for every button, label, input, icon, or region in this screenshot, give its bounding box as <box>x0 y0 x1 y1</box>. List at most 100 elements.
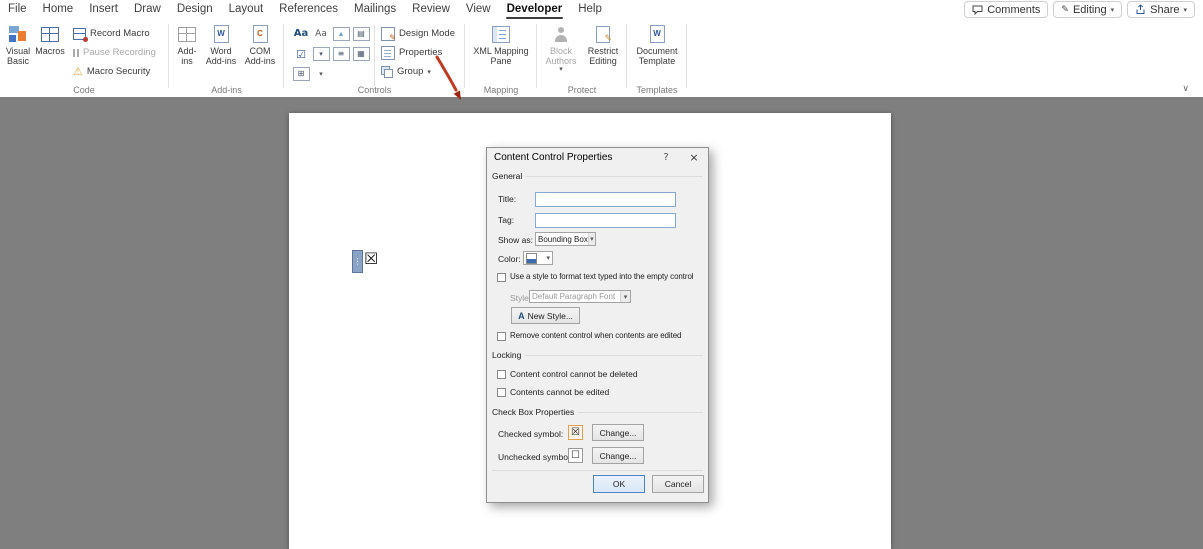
design-mode-button[interactable]: Design Mode <box>379 24 455 43</box>
word-addins-icon: W <box>213 25 229 43</box>
share-button[interactable]: Share ▾ <box>1127 1 1195 18</box>
cannot-edit-checkbox[interactable] <box>497 388 506 397</box>
block-authors-label: Block Authors <box>545 46 577 67</box>
editing-chevron-icon: ▾ <box>1110 5 1115 14</box>
color-picker-button[interactable]: ▾ <box>523 251 553 265</box>
cannot-delete-label: Content control cannot be deleted <box>510 369 638 379</box>
picture-control-icon[interactable]: ▴ <box>332 27 350 41</box>
com-addins-button[interactable]: C COM Add-ins <box>240 22 280 66</box>
document-template-icon: W <box>649 25 665 43</box>
comments-button[interactable]: Comments <box>964 1 1049 18</box>
tab-review[interactable]: Review <box>404 0 458 19</box>
show-as-dropdown[interactable]: Bounding Box ▾ <box>535 232 596 246</box>
group-button[interactable]: Group ▾ <box>379 62 455 81</box>
addins-button[interactable]: Add-ins <box>172 22 202 66</box>
color-dropdown-arrow-icon: ▾ <box>546 254 550 262</box>
editing-button[interactable]: ✎ Editing ▾ <box>1053 1 1123 18</box>
dialog-close-button[interactable]: × <box>680 148 708 168</box>
tab-help[interactable]: Help <box>570 0 610 19</box>
tag-label: Tag: <box>498 215 515 225</box>
new-style-button[interactable]: A New Style... <box>511 307 580 324</box>
xml-mapping-pane-icon <box>492 25 510 43</box>
unchecked-symbol-box: ☐ <box>568 448 583 463</box>
legacy-tools-icon[interactable]: ⊞ <box>292 67 310 81</box>
group-label-code: Code <box>73 85 95 95</box>
warning-icon: ⚠ <box>73 65 83 78</box>
checkbox-control-icon[interactable]: ☑ <box>296 49 306 60</box>
tab-home[interactable]: Home <box>35 0 82 19</box>
ribbon-group-addins: Add-ins W Word Add-ins C COM Add-ins Add… <box>170 19 283 97</box>
cannot-delete-checkbox[interactable] <box>497 370 506 379</box>
share-label: Share <box>1150 3 1180 16</box>
legacy-tools-dropdown-icon[interactable]: ▾ <box>319 70 323 78</box>
ribbon-tabs: File Home Insert Draw Design Layout Refe… <box>0 0 610 19</box>
date-picker-control-icon[interactable]: ▦ <box>352 47 370 61</box>
group-dropdown-icon: ▾ <box>427 67 431 76</box>
design-mode-label: Design Mode <box>399 28 455 39</box>
macros-button[interactable]: Macros <box>33 22 67 56</box>
word-addins-label: Word Add-ins <box>205 46 237 67</box>
tab-draw[interactable]: Draw <box>126 0 169 19</box>
content-control-checkbox[interactable]: ☒ <box>364 251 378 267</box>
cancel-button[interactable]: Cancel <box>652 475 704 493</box>
tab-view[interactable]: View <box>458 0 499 19</box>
macro-security-button[interactable]: ⚠ Macro Security <box>71 62 156 81</box>
visual-basic-label: Visual Basic <box>5 46 31 67</box>
menubar-right-controls: Comments ✎ Editing ▾ Share ▾ <box>964 1 1203 18</box>
macros-label: Macros <box>35 46 65 56</box>
checked-symbol-box: ☒ <box>568 425 583 440</box>
dialog-footer-divider <box>492 470 703 471</box>
change-unchecked-symbol-button[interactable]: Change... <box>592 447 644 464</box>
remove-content-control-checkbox[interactable] <box>497 332 506 341</box>
rich-text-control-icon[interactable]: Aa <box>294 29 309 39</box>
com-addins-icon: C <box>252 25 268 43</box>
dialog-help-button[interactable]: ? <box>654 148 678 168</box>
properties-button[interactable]: Properties <box>379 43 455 62</box>
ok-button[interactable]: OK <box>593 475 645 493</box>
title-input[interactable] <box>535 192 676 207</box>
ribbon-group-templates: W Document Template Templates <box>628 19 686 97</box>
style-value: Default Paragraph Font <box>532 292 616 301</box>
style-a-icon: A <box>518 310 525 321</box>
use-style-checkbox[interactable] <box>497 273 506 282</box>
use-style-label: Use a style to format text typed into th… <box>510 272 694 281</box>
visual-basic-icon <box>9 26 27 42</box>
group-label-addins: Add-ins <box>211 85 242 95</box>
group-label-templates: Templates <box>636 85 678 95</box>
tab-references[interactable]: References <box>271 0 346 19</box>
group-label-mapping: Mapping <box>483 85 519 95</box>
restrict-editing-button[interactable]: Restrict Editing <box>582 22 624 66</box>
dropdown-list-control-icon[interactable]: ≡ <box>332 47 350 61</box>
tab-design[interactable]: Design <box>169 0 221 19</box>
tab-layout[interactable]: Layout <box>221 0 272 19</box>
change-unchecked-label: Change... <box>599 450 637 461</box>
record-macro-button[interactable]: Record Macro <box>71 24 156 43</box>
xml-mapping-pane-button[interactable]: XML Mapping Pane <box>472 22 530 66</box>
tab-file[interactable]: File <box>0 0 35 19</box>
content-control-handle[interactable]: ⋮ <box>352 250 363 273</box>
restrict-editing-icon <box>596 25 612 44</box>
macro-security-label: Macro Security <box>86 66 151 77</box>
building-block-gallery-control-icon[interactable]: ▤ <box>352 27 370 41</box>
change-checked-symbol-button[interactable]: Change... <box>592 424 644 441</box>
plain-text-control-icon[interactable]: Aa <box>315 29 327 39</box>
checkbox-content-control[interactable]: ⋮ ☒ <box>352 250 378 273</box>
color-swatch-icon <box>526 252 537 264</box>
word-addins-button[interactable]: W Word Add-ins <box>202 22 240 66</box>
visual-basic-button[interactable]: Visual Basic <box>3 22 33 66</box>
tab-mailings[interactable]: Mailings <box>346 0 404 19</box>
group-button-label: Group <box>397 66 424 77</box>
comments-label: Comments <box>987 3 1041 16</box>
ribbon-group-code: Visual Basic Macros Record Macro Pause R… <box>0 19 168 97</box>
tag-input[interactable] <box>535 213 676 228</box>
tab-insert[interactable]: Insert <box>81 0 126 19</box>
section-general: General <box>492 171 523 181</box>
document-template-button[interactable]: W Document Template <box>631 22 683 66</box>
collapse-ribbon-button[interactable]: ∨ <box>1182 85 1189 94</box>
checked-symbol-label: Checked symbol: <box>498 429 564 439</box>
tab-developer[interactable]: Developer <box>499 0 571 19</box>
ribbon-group-protect: Block Authors ▾ Restrict Editing Protect <box>538 19 626 97</box>
combo-box-control-icon[interactable]: ▾ <box>312 47 330 61</box>
xml-mapping-pane-label: XML Mapping Pane <box>473 46 529 67</box>
show-as-value: Bounding Box <box>538 234 588 244</box>
